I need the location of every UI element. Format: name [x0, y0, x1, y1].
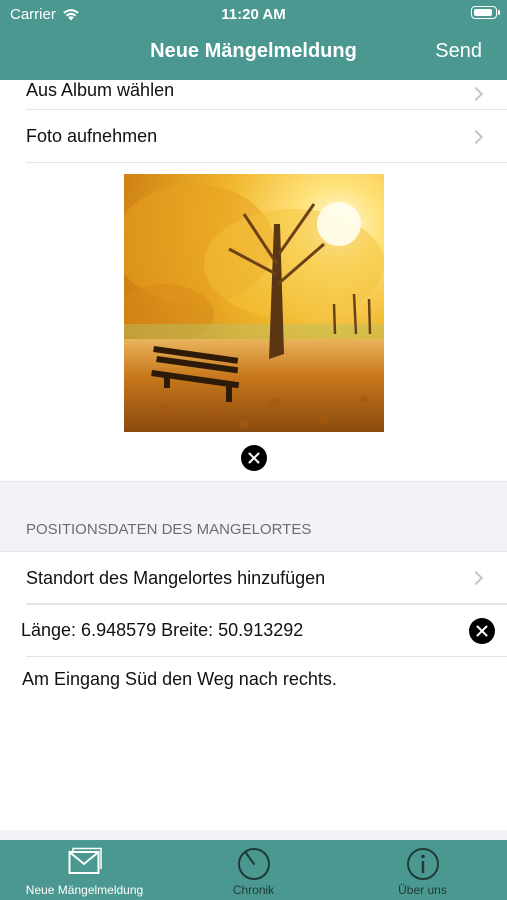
add-location-label: Standort des Mangelortes hinzufügen	[26, 567, 326, 588]
tab-new-report[interactable]: Neue Mängelmeldung	[0, 840, 169, 900]
close-circle-icon	[476, 625, 488, 637]
choose-album-label: Aus Album wählen	[26, 80, 175, 100]
autumn-park-photo	[124, 174, 384, 432]
remove-photo-button[interactable]	[241, 445, 267, 471]
clock: 11:20 AM	[221, 6, 286, 23]
send-button[interactable]: Send	[435, 40, 482, 63]
chevron-right-icon	[468, 570, 484, 586]
form-content[interactable]: Aus Album wählen Foto aufnehmen POSITION…	[0, 80, 507, 840]
coordinates-row: Länge: 6.948579 Breite: 50.913292	[0, 604, 507, 657]
location-section: Standort des Mangelortes hinzufügen Läng…	[0, 551, 507, 830]
add-location-row[interactable]: Standort des Mangelortes hinzufügen	[0, 551, 507, 604]
take-photo-row[interactable]: Foto aufnehmen	[0, 110, 507, 163]
description-text-field[interactable]: Am Eingang Süd den Weg nach rechts.	[0, 657, 507, 830]
battery-level	[473, 8, 492, 16]
clock-icon	[237, 848, 270, 880]
chevron-right-icon	[468, 86, 484, 101]
bottom-spacer	[0, 830, 507, 840]
photo-preview-area	[0, 163, 507, 481]
envelope-icon	[68, 847, 102, 874]
tab-label: Neue Mängelmeldung	[25, 883, 144, 897]
tab-label: Über uns	[398, 883, 447, 897]
take-photo-label: Foto aufnehmen	[26, 126, 158, 146]
page-title: Neue Mängelmeldung	[150, 40, 357, 62]
section-header-label: POSITIONSDATEN DES MANGELORTES	[26, 521, 312, 538]
close-circle-icon	[248, 452, 260, 464]
tab-label: Chronik	[232, 883, 275, 897]
location-section-header: POSITIONSDATEN DES MANGELORTES	[0, 521, 507, 551]
info-icon	[406, 848, 439, 880]
tab-bar: Neue Mängelmeldung Chronik Über uns	[0, 840, 507, 900]
battery-icon	[471, 6, 500, 19]
section-spacer	[0, 481, 507, 521]
tab-chronik[interactable]: Chronik	[169, 840, 338, 900]
remove-coordinates-button[interactable]	[469, 618, 495, 644]
navigation-bar: Carrier 11:20 AM Neue Mängelmeldung Send	[0, 0, 507, 80]
photo-section: Aus Album wählen Foto aufnehmen	[0, 80, 507, 481]
choose-album-row[interactable]: Aus Album wählen	[0, 80, 507, 110]
status-bar: Carrier 11:20 AM	[0, 0, 507, 28]
chevron-right-icon	[468, 129, 484, 144]
tab-about[interactable]: Über uns	[338, 840, 507, 900]
coordinates-value: Länge: 6.948579 Breite: 50.913292	[21, 620, 304, 640]
